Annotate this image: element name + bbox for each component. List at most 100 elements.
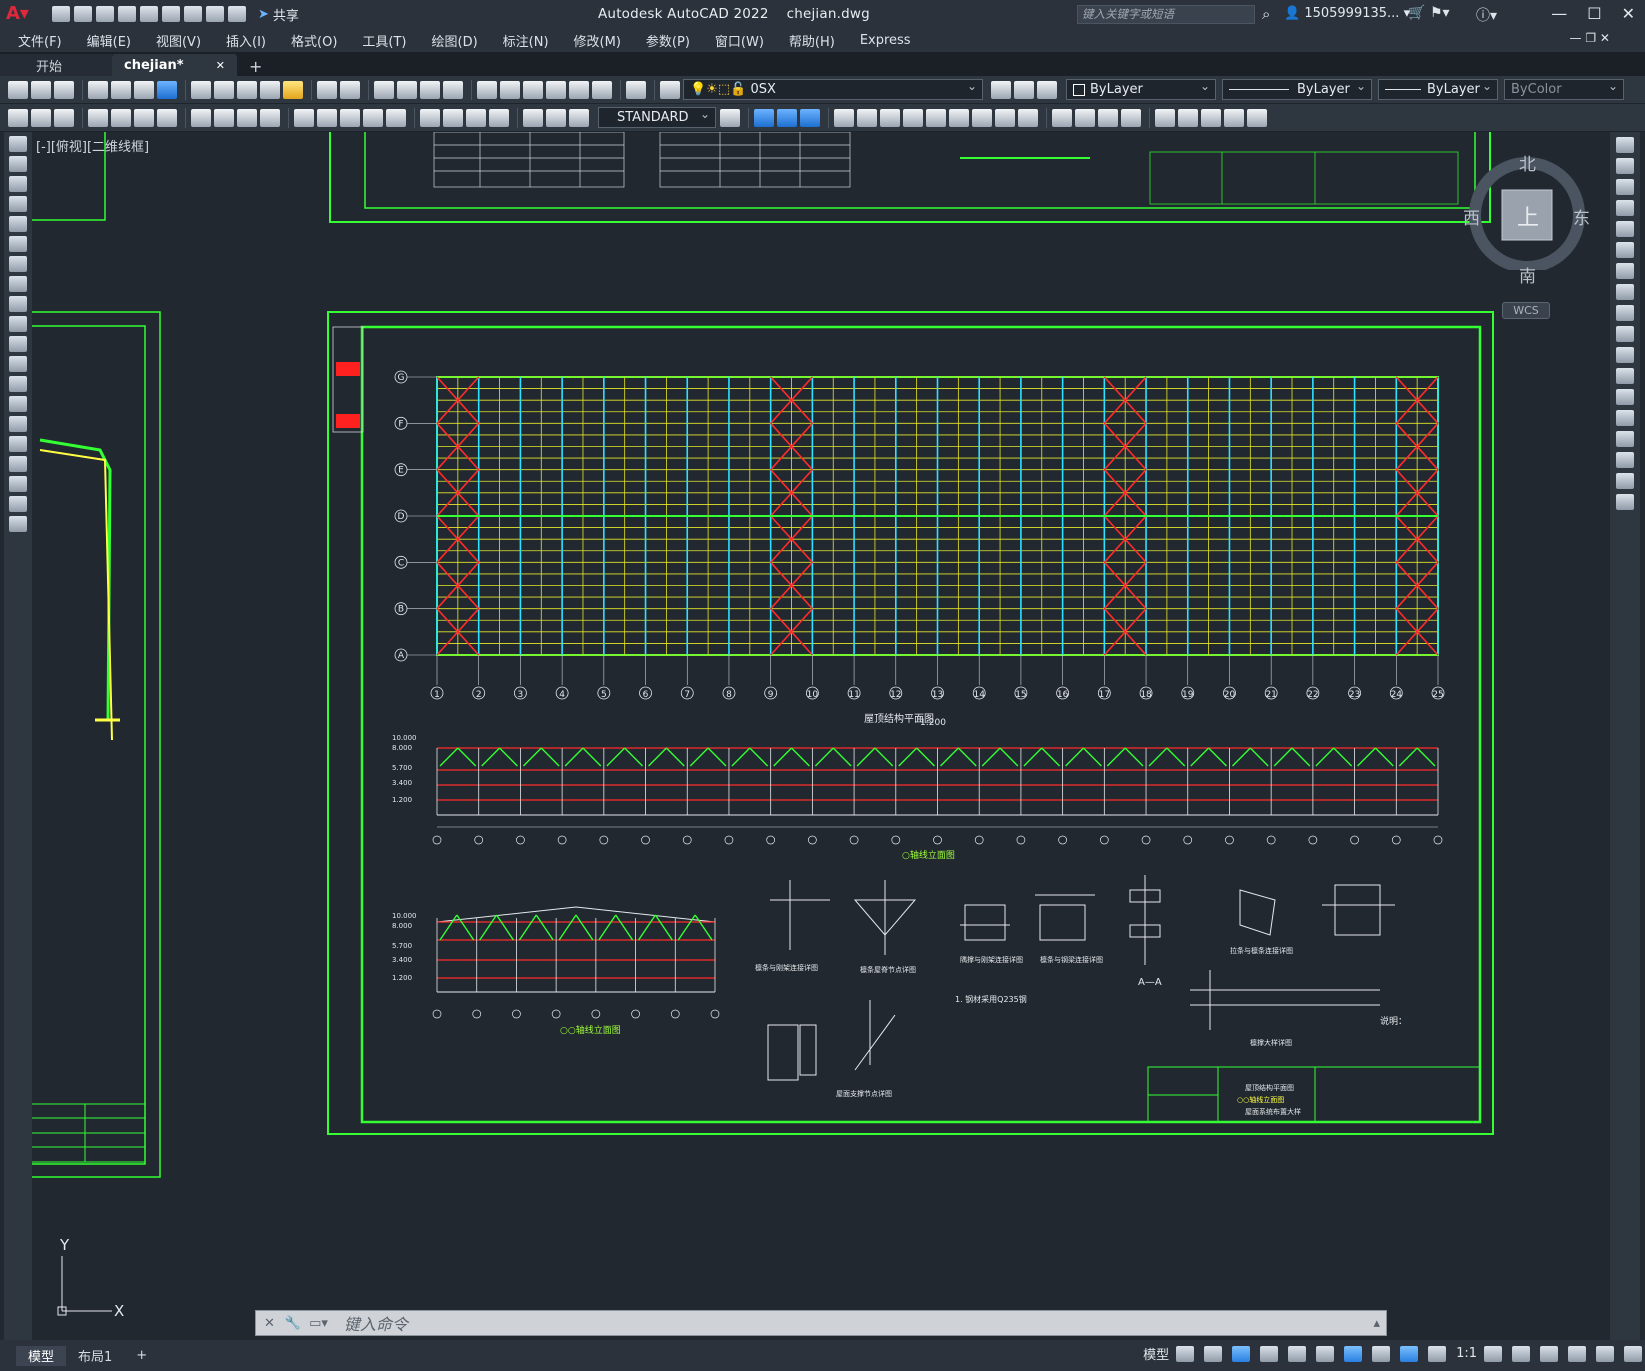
save-icon[interactable] xyxy=(96,6,114,22)
open-icon[interactable] xyxy=(74,6,92,22)
polar-icon[interactable] xyxy=(1260,1345,1279,1362)
dim-update-icon[interactable] xyxy=(569,108,589,127)
save-web-icon[interactable] xyxy=(162,6,180,22)
lineweight-icon[interactable] xyxy=(1372,1345,1391,1362)
tool-2-icon[interactable] xyxy=(31,108,51,127)
close-tab-icon[interactable]: ✕ xyxy=(216,59,225,72)
menu-edit[interactable]: 编辑(E) xyxy=(87,31,131,50)
ellipse-icon[interactable] xyxy=(9,316,27,332)
plotstyle-dropdown[interactable]: ByColor xyxy=(1504,79,1624,100)
tab-start[interactable]: 开始 xyxy=(0,54,112,76)
arc-icon[interactable] xyxy=(9,236,27,252)
publish-icon[interactable] xyxy=(134,80,154,99)
break-point-icon[interactable] xyxy=(1616,368,1634,384)
menu-insert[interactable]: 插入(I) xyxy=(226,31,266,50)
dim-continue-icon[interactable] xyxy=(340,108,360,127)
autoscale-icon[interactable] xyxy=(1428,1345,1447,1362)
plot-icon[interactable] xyxy=(184,6,202,22)
save-as-icon[interactable] xyxy=(118,6,136,22)
menu-express[interactable]: Express xyxy=(860,33,911,48)
preview-icon[interactable] xyxy=(111,80,131,99)
dim-textedit-icon[interactable] xyxy=(546,108,566,127)
compass-north[interactable]: 北 xyxy=(1519,150,1536,175)
customization-menu-icon[interactable] xyxy=(1624,1345,1642,1362)
qdim-icon[interactable] xyxy=(294,108,314,127)
revcloud-icon[interactable] xyxy=(9,276,27,292)
rectangle-icon[interactable] xyxy=(9,216,27,232)
new-tab-button[interactable]: + xyxy=(249,57,262,76)
dim-space-icon[interactable] xyxy=(363,108,383,127)
fillet-icon[interactable] xyxy=(1616,452,1634,468)
zoom-window-icon[interactable] xyxy=(420,80,440,99)
polygon-icon[interactable] xyxy=(9,196,27,212)
grid-icon[interactable] xyxy=(1176,1345,1195,1362)
layer-properties-icon[interactable] xyxy=(660,80,680,99)
undo-icon[interactable] xyxy=(317,80,337,99)
maximize-icon[interactable]: ☐ xyxy=(1587,4,1601,23)
menu-file[interactable]: 文件(F) xyxy=(18,31,62,50)
dim-radius-icon[interactable] xyxy=(191,108,211,127)
chamfer-icon[interactable] xyxy=(1616,431,1634,447)
jogged-linear-icon[interactable] xyxy=(489,108,509,127)
customize-cmd-icon[interactable]: 🔧 xyxy=(285,1316,301,1331)
close-icon[interactable]: ✕ xyxy=(1622,4,1635,23)
dimstyle-icon[interactable] xyxy=(720,108,740,127)
ortho-icon[interactable] xyxy=(1232,1345,1251,1362)
menu-view[interactable]: 视图(V) xyxy=(156,31,201,50)
modify-14-icon[interactable] xyxy=(1075,108,1095,127)
wcs-menu[interactable]: WCS xyxy=(1502,302,1550,319)
insert-block-icon[interactable] xyxy=(9,356,27,372)
offset-icon[interactable] xyxy=(1616,200,1634,216)
minimize-icon[interactable]: — xyxy=(1551,4,1567,23)
modify-3-icon[interactable] xyxy=(800,108,820,127)
menu-tools[interactable]: 工具(T) xyxy=(362,31,406,50)
recent-commands-icon[interactable]: ▭▾ xyxy=(309,1316,328,1331)
line-icon[interactable] xyxy=(9,136,27,152)
erase-icon[interactable] xyxy=(1616,137,1634,153)
menu-draw[interactable]: 绘图(D) xyxy=(432,31,478,50)
tab-model[interactable]: 模型 xyxy=(16,1345,67,1366)
break-icon[interactable] xyxy=(1616,389,1634,405)
designcenter-icon[interactable] xyxy=(500,80,520,99)
dimstyle-dropdown[interactable]: STANDARD xyxy=(598,107,716,128)
help-icon[interactable]: ⓘ▾ xyxy=(1476,5,1497,25)
autocad-logo-icon[interactable]: A▾ xyxy=(6,3,32,25)
circle-icon[interactable] xyxy=(9,256,27,272)
modify-15-icon[interactable] xyxy=(1098,108,1118,127)
inspection-icon[interactable] xyxy=(466,108,486,127)
join-icon[interactable] xyxy=(1616,410,1634,426)
mtext-icon[interactable] xyxy=(9,496,27,512)
modify-11-icon[interactable] xyxy=(995,108,1015,127)
color-dropdown[interactable]: ByLayer xyxy=(1066,79,1216,100)
tool-1-icon[interactable] xyxy=(8,108,28,127)
linetype-dropdown[interactable]: ByLayer xyxy=(1222,79,1372,100)
matchprop-icon[interactable] xyxy=(260,80,280,99)
command-line[interactable]: ✕ 🔧 ▭▾ 键入命令 ▴ xyxy=(255,1310,1387,1336)
help-icon[interactable] xyxy=(626,80,646,99)
modify-5-icon[interactable] xyxy=(857,108,877,127)
modify-16-icon[interactable] xyxy=(1121,108,1141,127)
a360-icon[interactable]: ⚑▾ xyxy=(1430,5,1450,21)
units-icon[interactable] xyxy=(1540,1345,1558,1362)
model-space-toggle[interactable]: 模型 xyxy=(1143,1344,1169,1363)
compass-west[interactable]: 西 xyxy=(1463,204,1480,229)
redo-icon[interactable] xyxy=(228,6,246,22)
copy-object-icon[interactable] xyxy=(1616,158,1634,174)
modify-17-icon[interactable] xyxy=(1155,108,1175,127)
compass-east[interactable]: 东 xyxy=(1573,204,1590,229)
modify-9-icon[interactable] xyxy=(949,108,969,127)
drawing-viewport[interactable]: 1 2 3 4 5 6 7 8 9 10 11 12 13 14 15 16 17 18 19 20 21 22 23 24 2… xyxy=(32,132,1610,1340)
array-icon[interactable] xyxy=(1616,221,1634,237)
search-input[interactable]: 键入关键字或短语 xyxy=(1077,5,1255,24)
dim-arc-icon[interactable] xyxy=(134,108,154,127)
make-current-icon[interactable] xyxy=(991,80,1011,99)
open-web-icon[interactable] xyxy=(140,6,158,22)
3dprint-icon[interactable] xyxy=(157,80,177,99)
layer-state-manager-icon[interactable] xyxy=(1037,80,1057,99)
dim-ordinate-icon[interactable] xyxy=(157,108,177,127)
menu-format[interactable]: 格式(O) xyxy=(291,31,337,50)
copy-icon[interactable] xyxy=(214,80,234,99)
modify-10-icon[interactable] xyxy=(972,108,992,127)
isodraft-icon[interactable] xyxy=(1288,1345,1307,1362)
command-input[interactable]: 键入命令 xyxy=(344,1311,408,1335)
